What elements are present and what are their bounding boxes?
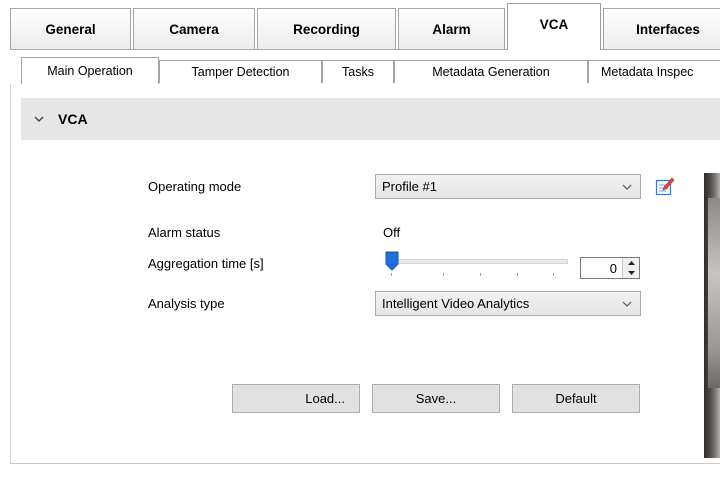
- slider-tick: [480, 273, 481, 276]
- aggregation-time-value: 0: [609, 261, 617, 276]
- bottom-divider: [10, 463, 720, 464]
- video-preview: [704, 173, 720, 458]
- chevron-down-icon: [34, 116, 44, 122]
- analysis-type-label: Analysis type: [148, 296, 225, 311]
- section-title: VCA: [58, 111, 88, 127]
- slider-tick: [517, 273, 518, 276]
- tab-label: Interfaces: [636, 21, 700, 37]
- alarm-status-label: Alarm status: [148, 225, 221, 240]
- subtab-metadata-generation[interactable]: Metadata Generation: [394, 60, 588, 83]
- spinner-buttons: [622, 258, 639, 278]
- tab-camera[interactable]: Camera: [133, 8, 255, 49]
- chevron-down-icon: [622, 184, 632, 190]
- tab-interfaces[interactable]: Interfaces: [603, 8, 720, 49]
- tab-label: Alarm: [432, 21, 471, 37]
- subtab-label: Metadata Inspec: [601, 65, 694, 79]
- tab-vca[interactable]: VCA: [507, 3, 601, 50]
- button-label: Default: [555, 391, 597, 406]
- tab-label: Camera: [169, 21, 219, 37]
- tab-general[interactable]: General: [10, 8, 131, 49]
- aggregation-time-slider[interactable]: [383, 249, 568, 276]
- tab-recording[interactable]: Recording: [257, 8, 396, 49]
- slider-tick: [443, 273, 444, 276]
- arrow-down-icon: [627, 271, 635, 275]
- button-label: Load...: [305, 391, 345, 406]
- button-label: Save...: [415, 391, 457, 406]
- operating-mode-value: Profile #1: [382, 179, 437, 194]
- slider-tick: [553, 273, 554, 276]
- tab-label: General: [45, 21, 96, 37]
- subtab-label: Tasks: [342, 65, 374, 79]
- save-button[interactable]: Save...: [372, 384, 500, 413]
- aggregation-time-label: Aggregation time [s]: [148, 256, 264, 271]
- slider-track: [391, 259, 568, 264]
- operating-mode-select[interactable]: Profile #1: [375, 174, 641, 199]
- edit-profile-icon[interactable]: [655, 176, 675, 196]
- subtab-main-operation[interactable]: Main Operation: [21, 57, 159, 84]
- subtab-metadata-inspection[interactable]: Metadata Inspec: [588, 60, 720, 83]
- aggregation-time-spinner[interactable]: 0: [580, 257, 640, 279]
- arrow-up-icon: [627, 261, 635, 265]
- subtab-label: Main Operation: [47, 64, 133, 78]
- tab-label: Recording: [293, 21, 360, 37]
- slider-tick: [391, 273, 392, 276]
- subtab-label: Tamper Detection: [191, 65, 290, 79]
- alarm-status-value: Off: [383, 225, 401, 240]
- subtab-label: Metadata Generation: [432, 65, 550, 79]
- chevron-down-icon: [622, 301, 632, 307]
- subtab-tamper-detection[interactable]: Tamper Detection: [159, 60, 322, 83]
- spinner-down-button[interactable]: [623, 268, 639, 278]
- analysis-type-value: Intelligent Video Analytics: [382, 296, 530, 311]
- vca-section-header[interactable]: VCA: [21, 98, 720, 140]
- tab-alarm[interactable]: Alarm: [398, 8, 505, 49]
- sub-tab-bar: Main Operation Tamper Detection Tasks Me…: [0, 50, 720, 134]
- operating-mode-label: Operating mode: [148, 179, 242, 194]
- analysis-type-select[interactable]: Intelligent Video Analytics: [375, 291, 641, 316]
- tab-label: VCA: [539, 16, 569, 32]
- slider-thumb[interactable]: [385, 251, 399, 271]
- video-preview-highlight: [708, 198, 720, 388]
- load-button[interactable]: Load...: [232, 384, 360, 413]
- default-button[interactable]: Default: [512, 384, 640, 413]
- main-tab-bar: General Camera Recording Alarm VCA Inter…: [0, 0, 720, 50]
- subtab-tasks[interactable]: Tasks: [322, 60, 394, 83]
